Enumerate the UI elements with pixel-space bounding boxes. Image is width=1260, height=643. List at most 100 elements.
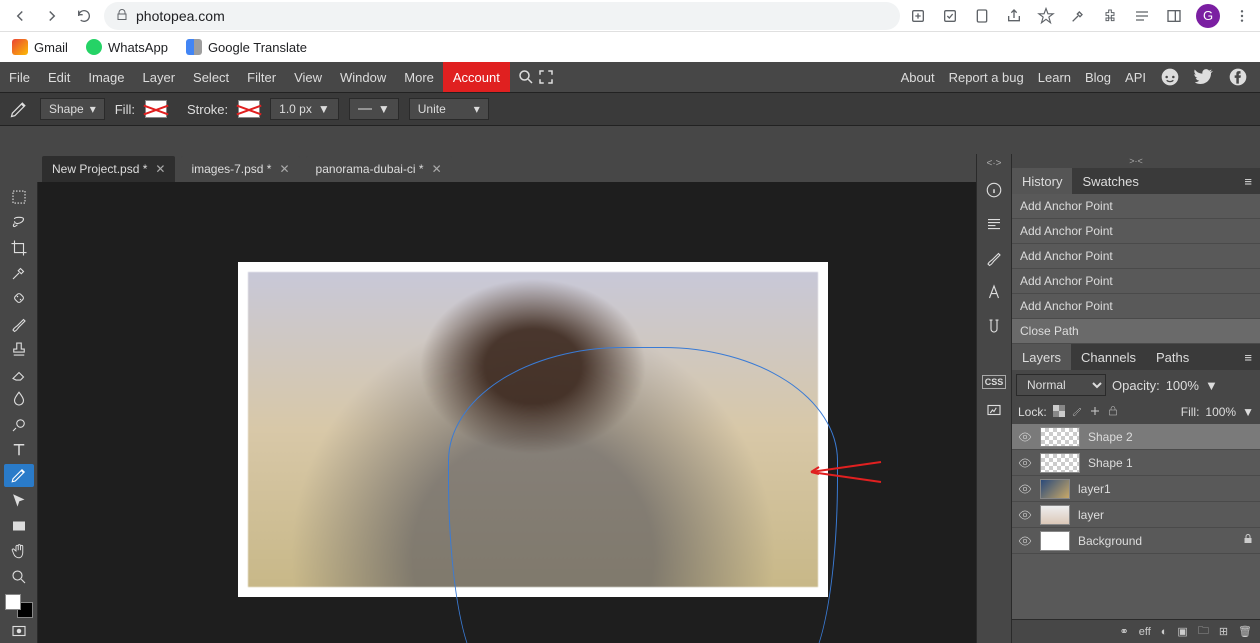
rectangle-tool[interactable] bbox=[4, 514, 34, 537]
stroke-swatch[interactable] bbox=[238, 100, 260, 118]
layer-row[interactable]: Background bbox=[1012, 528, 1260, 554]
visibility-icon[interactable] bbox=[1018, 508, 1032, 522]
tab[interactable]: images-7.psd *✕ bbox=[181, 156, 299, 182]
visibility-icon[interactable] bbox=[1018, 430, 1032, 444]
layer-name[interactable]: layer1 bbox=[1078, 482, 1111, 496]
close-icon[interactable]: ✕ bbox=[279, 162, 289, 176]
menu-file[interactable]: File bbox=[0, 62, 39, 92]
tab-layers[interactable]: Layers bbox=[1012, 344, 1071, 370]
reddit-icon[interactable] bbox=[1160, 67, 1180, 87]
new-folder-icon[interactable]: 🗀 bbox=[1198, 622, 1209, 641]
lock-all-icon[interactable] bbox=[1107, 405, 1119, 420]
bookmark-gmail[interactable]: Gmail bbox=[12, 39, 68, 55]
layer-name[interactable]: Background bbox=[1078, 534, 1142, 548]
canvas-area[interactable] bbox=[38, 182, 976, 643]
layer-thumbnail[interactable] bbox=[1040, 505, 1070, 525]
sidepanel-icon[interactable] bbox=[1164, 6, 1184, 26]
history-item[interactable]: Add Anchor Point bbox=[1012, 194, 1260, 219]
menu-select[interactable]: Select bbox=[184, 62, 238, 92]
type-tool[interactable] bbox=[4, 438, 34, 461]
share-icon[interactable] bbox=[1004, 6, 1024, 26]
layer-name[interactable]: Shape 2 bbox=[1088, 430, 1133, 444]
paragraph-panel-icon[interactable] bbox=[979, 211, 1009, 237]
fill-swatch[interactable] bbox=[145, 100, 167, 118]
layer-thumbnail[interactable] bbox=[1040, 453, 1080, 473]
menu-report[interactable]: Report a bug bbox=[949, 70, 1024, 85]
tab-active[interactable]: New Project.psd *✕ bbox=[42, 156, 175, 182]
chevron-down-icon[interactable]: ▼ bbox=[1205, 378, 1218, 393]
blend-mode-select[interactable]: Normal bbox=[1016, 374, 1106, 396]
color-swatches[interactable] bbox=[5, 594, 33, 617]
layer-row[interactable]: layer1 bbox=[1012, 476, 1260, 502]
path-select-tool[interactable] bbox=[4, 489, 34, 512]
crop-tool[interactable] bbox=[4, 236, 34, 259]
opacity-value[interactable]: 100% bbox=[1166, 378, 1199, 393]
layer-name[interactable]: layer bbox=[1078, 508, 1104, 522]
star-icon[interactable] bbox=[1036, 6, 1056, 26]
bookmark-translate[interactable]: Google Translate bbox=[186, 39, 307, 55]
adjustment-layer-icon[interactable]: ◐ bbox=[1161, 626, 1168, 638]
tab-channels[interactable]: Channels bbox=[1071, 344, 1146, 370]
visibility-icon[interactable] bbox=[1018, 456, 1032, 470]
dodge-tool[interactable] bbox=[4, 413, 34, 436]
panel-menu-icon[interactable]: ≡ bbox=[1236, 174, 1260, 189]
bookmark-whatsapp[interactable]: WhatsApp bbox=[86, 39, 168, 55]
delete-layer-icon[interactable]: 🗑 bbox=[1238, 625, 1252, 638]
foreground-swatch[interactable] bbox=[5, 594, 21, 610]
tab-paths[interactable]: Paths bbox=[1146, 344, 1199, 370]
kebab-icon[interactable] bbox=[1232, 6, 1252, 26]
menu-layer[interactable]: Layer bbox=[134, 62, 185, 92]
collapse-icon[interactable]: <·> bbox=[986, 158, 1001, 169]
link-layers-icon[interactable]: ⚭ bbox=[1120, 625, 1129, 638]
tool-mode-select[interactable]: Shape ▾ bbox=[40, 98, 105, 120]
menu-edit[interactable]: Edit bbox=[39, 62, 79, 92]
layer-effects-label[interactable]: eff bbox=[1139, 626, 1151, 638]
info-panel-icon[interactable] bbox=[979, 177, 1009, 203]
menu-view[interactable]: View bbox=[285, 62, 331, 92]
url-bar[interactable]: photopea.com bbox=[104, 2, 900, 30]
menu-about[interactable]: About bbox=[901, 70, 935, 85]
fill-value[interactable]: 100% bbox=[1205, 405, 1236, 419]
canvas[interactable] bbox=[238, 262, 828, 597]
history-item[interactable]: Add Anchor Point bbox=[1012, 219, 1260, 244]
layer-thumbnail[interactable] bbox=[1040, 531, 1070, 551]
forward-button[interactable] bbox=[40, 4, 64, 28]
tab[interactable]: panorama-dubai-ci *✕ bbox=[306, 156, 452, 182]
layer-row[interactable]: Shape 2 bbox=[1012, 424, 1260, 450]
menu-more[interactable]: More bbox=[395, 62, 443, 92]
close-icon[interactable]: ✕ bbox=[155, 162, 165, 176]
layer-name[interactable]: Shape 1 bbox=[1088, 456, 1133, 470]
ext-icon-2[interactable] bbox=[940, 6, 960, 26]
character-panel-icon[interactable] bbox=[979, 279, 1009, 305]
lock-position-icon[interactable] bbox=[1089, 405, 1101, 420]
ext-icon-3[interactable] bbox=[972, 6, 992, 26]
hand-tool[interactable] bbox=[4, 540, 34, 563]
menu-account[interactable]: Account bbox=[443, 62, 510, 92]
menu-image[interactable]: Image bbox=[79, 62, 133, 92]
collapse-icon[interactable]: >·< bbox=[1129, 156, 1143, 166]
close-icon[interactable]: ✕ bbox=[432, 162, 442, 176]
navigator-panel-icon[interactable] bbox=[979, 397, 1009, 423]
facebook-icon[interactable] bbox=[1228, 67, 1248, 87]
zoom-tool[interactable] bbox=[4, 565, 34, 588]
tab-swatches[interactable]: Swatches bbox=[1072, 168, 1148, 194]
layer-thumbnail[interactable] bbox=[1040, 427, 1080, 447]
fullscreen-icon[interactable] bbox=[536, 67, 556, 87]
marquee-tool[interactable] bbox=[4, 185, 34, 208]
reload-button[interactable] bbox=[72, 4, 96, 28]
lock-transparency-icon[interactable] bbox=[1053, 405, 1065, 420]
history-item[interactable]: Add Anchor Point bbox=[1012, 269, 1260, 294]
menu-learn[interactable]: Learn bbox=[1038, 70, 1071, 85]
brush-panel-icon[interactable] bbox=[979, 245, 1009, 271]
glyphs-panel-icon[interactable] bbox=[979, 313, 1009, 339]
css-panel-icon[interactable]: CSS bbox=[982, 375, 1007, 389]
layer-mask-icon[interactable]: ▣ bbox=[1177, 625, 1187, 638]
history-item[interactable]: Add Anchor Point bbox=[1012, 244, 1260, 269]
lock-paint-icon[interactable] bbox=[1071, 405, 1083, 420]
layer-thumbnail[interactable] bbox=[1040, 479, 1070, 499]
menu-blog[interactable]: Blog bbox=[1085, 70, 1111, 85]
chevron-down-icon[interactable]: ▼ bbox=[1242, 405, 1254, 419]
vector-path-outline[interactable] bbox=[448, 347, 838, 643]
search-icon[interactable] bbox=[516, 67, 536, 87]
twitter-icon[interactable] bbox=[1194, 67, 1214, 87]
